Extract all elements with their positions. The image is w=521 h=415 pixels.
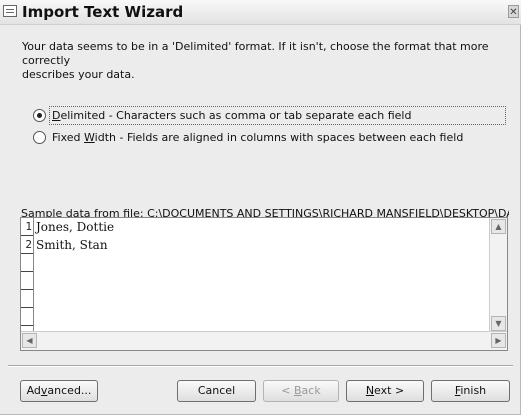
row-number: 2	[21, 236, 33, 254]
separator	[8, 365, 513, 367]
window-app-icon	[3, 5, 17, 17]
fixed-width-option[interactable]: Fixed Width - Fields are aligned in colu…	[33, 130, 463, 145]
advanced-button[interactable]: Advanced...	[20, 380, 98, 402]
scroll-down-icon[interactable]: ▼	[491, 316, 506, 331]
intro-text: Your data seems to be in a 'Delimited' f…	[22, 40, 489, 81]
row-number-empty	[21, 290, 33, 308]
vertical-scrollbar[interactable]: ▲ ▼	[489, 218, 507, 332]
scroll-right-icon[interactable]: ▶	[491, 333, 506, 348]
next-button[interactable]: Next >	[346, 380, 424, 402]
sample-row-text: Jones, Dottie	[36, 220, 115, 234]
import-text-wizard-window: Import Text Wizard ✕ Your data seems to …	[0, 0, 521, 415]
sample-data-grid[interactable]: 1 2 Jones, Dottie Smith, Stan ▲ ▼ ◀ ▶	[20, 217, 508, 351]
fixed-width-radio[interactable]	[33, 131, 46, 144]
finish-button[interactable]: Finish	[431, 380, 510, 402]
back-button[interactable]: < Back	[263, 380, 339, 402]
row-number-empty	[21, 254, 33, 272]
scroll-left-icon[interactable]: ◀	[22, 333, 37, 348]
format-options: Delimited - Characters such as comma or …	[22, 96, 506, 154]
focus-rectangle	[49, 106, 506, 125]
sample-row-text: Smith, Stan	[36, 238, 108, 252]
row-number-empty	[21, 308, 33, 326]
window-title: Import Text Wizard	[22, 3, 184, 21]
row-number-gutter: 1 2	[21, 218, 34, 332]
scroll-up-icon[interactable]: ▲	[491, 219, 506, 234]
cancel-button[interactable]: Cancel	[177, 380, 256, 402]
row-number: 1	[21, 218, 33, 236]
horizontal-scrollbar[interactable]: ◀ ▶	[21, 331, 507, 350]
delimited-option[interactable]: Delimited - Characters such as comma or …	[33, 106, 506, 125]
fixed-width-label[interactable]: Fixed Width - Fields are aligned in colu…	[52, 131, 463, 144]
delimited-radio[interactable]	[33, 109, 46, 122]
row-number-empty	[21, 272, 33, 290]
title-bar[interactable]: Import Text Wizard ✕	[0, 0, 521, 25]
close-icon[interactable]: ✕	[508, 5, 519, 18]
